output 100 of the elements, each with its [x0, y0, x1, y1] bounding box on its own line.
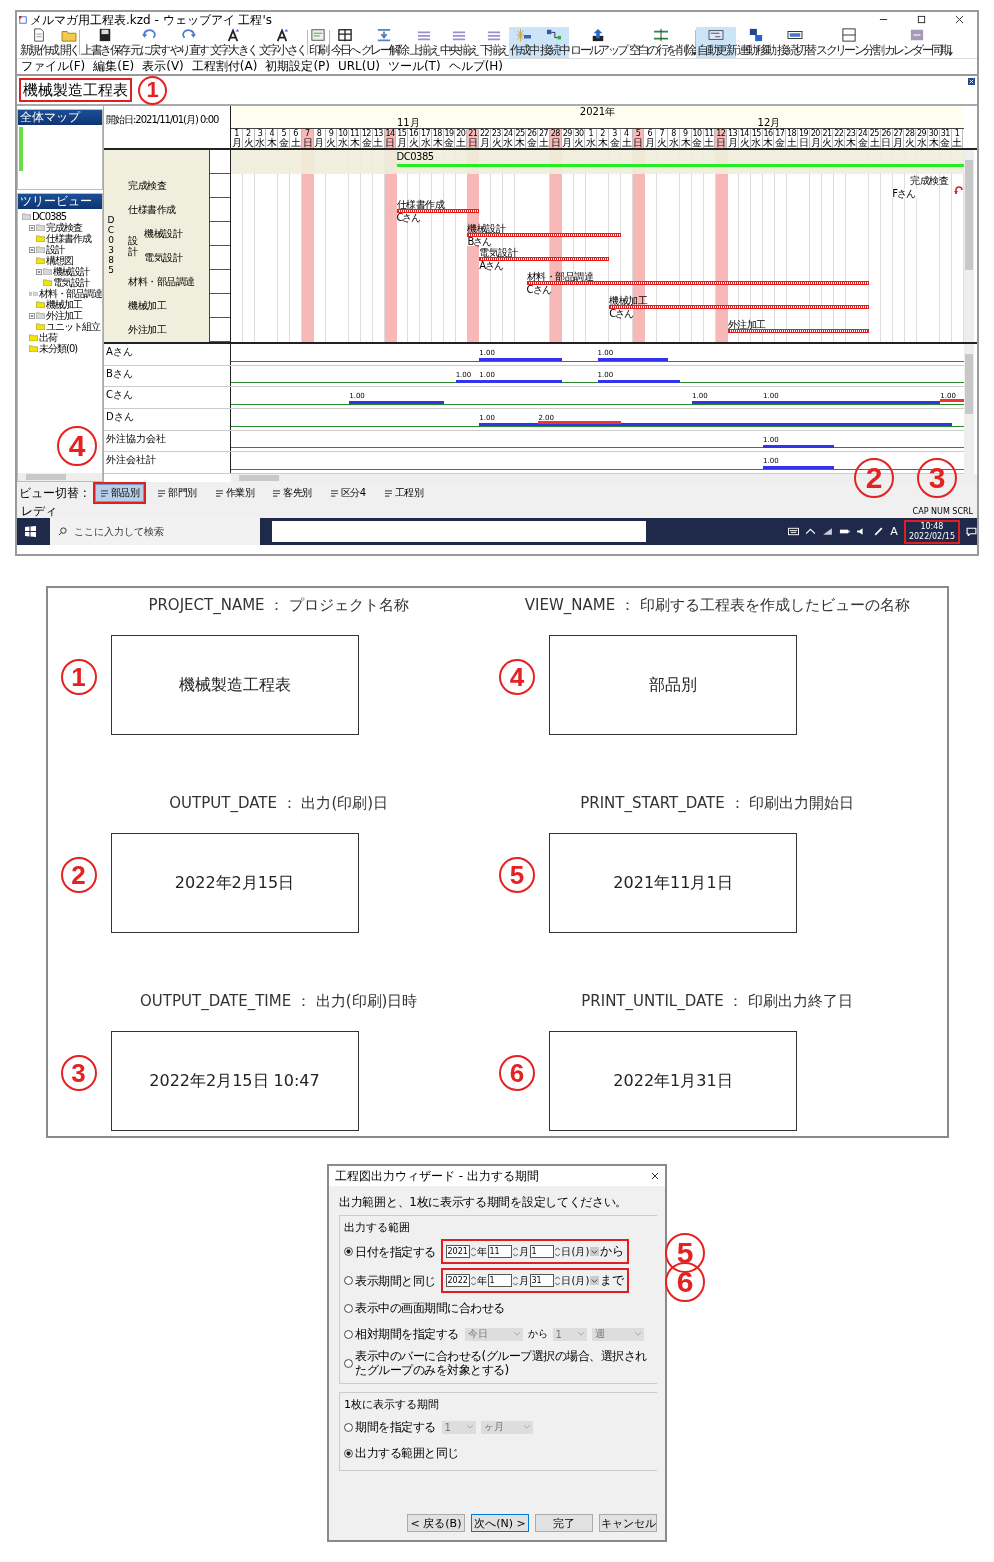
toolbar-button[interactable]: ロールアップ: [569, 27, 628, 58]
option-label[interactable]: 表示中の画面期間に合わせる: [355, 1301, 505, 1315]
tree-item[interactable]: 仕様書作成: [46, 233, 91, 244]
radio-button[interactable]: [344, 1329, 353, 1339]
toolbar-button[interactable]: 下揃え: [478, 27, 509, 58]
tree-item[interactable]: 出荷: [39, 332, 57, 343]
scrollbar[interactable]: [964, 150, 974, 342]
dialog-button[interactable]: 完了: [535, 1514, 593, 1532]
view-tab[interactable]: 部門別: [152, 484, 202, 502]
pen-icon[interactable]: [873, 527, 885, 536]
option-label[interactable]: 日付を指定する: [355, 1244, 436, 1259]
maximize-icon[interactable]: [917, 15, 926, 24]
ime-indicator[interactable]: A: [890, 525, 898, 538]
radio-button[interactable]: [344, 1276, 353, 1285]
network-icon[interactable]: [822, 527, 834, 536]
unit-dropdown[interactable]: ヶ月: [480, 1420, 533, 1434]
toolbar-button[interactable]: 上書き保存: [80, 27, 130, 58]
option-label[interactable]: 相対期間を指定する: [355, 1327, 459, 1341]
task-bar[interactable]: [396, 209, 480, 213]
radio-button[interactable]: [344, 1448, 353, 1458]
toolbar-button[interactable]: 開く: [58, 27, 80, 58]
search-field[interactable]: ここに入力して検索: [50, 518, 260, 545]
tree-item[interactable]: ユニット組立: [46, 321, 100, 332]
toolbar-button[interactable]: 新規作成: [19, 27, 59, 58]
tree-item[interactable]: 未分類(0): [39, 343, 78, 354]
menu-item[interactable]: 表示(V): [142, 59, 184, 74]
expand-icon[interactable]: [29, 224, 35, 231]
toolbar-button[interactable]: 空白の行を削除: [627, 27, 696, 58]
assignee-label: Cさん: [609, 309, 634, 318]
toolbar-button[interactable]: 印刷: [307, 27, 329, 58]
menu-item[interactable]: 編集(E): [93, 59, 135, 74]
dialog-button[interactable]: 次へ(N) >: [471, 1514, 529, 1532]
clock[interactable]: 10:48 2022/02/15: [903, 519, 960, 544]
menu-item[interactable]: 工程割付(A): [191, 59, 258, 74]
tree-item[interactable]: 外注加工: [46, 310, 82, 321]
expand-icon[interactable]: [29, 312, 35, 319]
task-bar[interactable]: [727, 329, 870, 333]
toolbar-button[interactable]: 上揃え: [408, 27, 439, 58]
option-label[interactable]: 表示中のバーに合わせる(グループ選択の場合、選択されたグループのみを対象とする): [355, 1349, 657, 1377]
expand-icon[interactable]: [29, 246, 35, 253]
tree-item[interactable]: 機械設計: [53, 266, 89, 277]
toolbar-button[interactable]: 元に戻す: [129, 27, 170, 58]
view-tab[interactable]: 作業別: [209, 484, 260, 502]
view-tab[interactable]: 区分4: [324, 484, 371, 502]
task-bar[interactable]: [479, 257, 610, 261]
toolbar-button[interactable]: やり直す: [169, 27, 209, 58]
toolbar-button[interactable]: 連動移動: [735, 27, 776, 58]
notification-icon[interactable]: [966, 527, 977, 536]
calendar-dropdown-icon[interactable]: [590, 1247, 600, 1256]
scrollbar[interactable]: [964, 344, 974, 474]
close-icon[interactable]: [955, 15, 964, 24]
task-bar[interactable]: [467, 233, 622, 237]
tree-item[interactable]: 材料・部品調達: [39, 288, 102, 299]
radio-button[interactable]: [344, 1422, 353, 1432]
tree-item[interactable]: 設計: [46, 244, 64, 255]
view-tab[interactable]: 部品別: [94, 484, 145, 502]
task-bar[interactable]: [609, 305, 870, 309]
scrollbar[interactable]: [18, 473, 102, 481]
menu-item[interactable]: 初期設定(P): [265, 59, 330, 74]
option-label[interactable]: 出力する範囲と同じ: [355, 1446, 459, 1460]
toolbar-button[interactable]: 文字大きく: [208, 27, 258, 58]
tree-item[interactable]: 完成検査: [46, 222, 82, 233]
toolbar-button[interactable]: 作成中: [508, 27, 539, 58]
tree-item[interactable]: 構想図: [46, 255, 73, 266]
keyboard-icon[interactable]: [788, 527, 800, 536]
menu-item[interactable]: URL(U): [338, 59, 380, 74]
radio-button[interactable]: [344, 1247, 353, 1256]
radio-button[interactable]: [344, 1358, 353, 1368]
battery-icon[interactable]: [839, 527, 851, 536]
dialog-button[interactable]: < 戻る(B): [407, 1514, 465, 1532]
tree-item[interactable]: 電気設計: [53, 277, 89, 288]
tree-item[interactable]: 機械加工: [46, 299, 82, 310]
menu-item[interactable]: ツール(T): [387, 59, 441, 74]
toolbar-button[interactable]: 接続切替: [775, 27, 816, 58]
view-tab[interactable]: 工程別: [378, 484, 429, 502]
radio-button[interactable]: [344, 1303, 353, 1313]
calendar-dropdown-icon[interactable]: [590, 1276, 600, 1285]
chevron-up-icon[interactable]: [805, 527, 817, 536]
close-icon[interactable]: [651, 1172, 659, 1180]
toolbar-button[interactable]: 自動更新: [696, 27, 736, 58]
option-label[interactable]: 期間を指定する: [355, 1420, 436, 1434]
list-icon: [214, 489, 224, 497]
start-icon[interactable]: [25, 526, 36, 537]
unit-dropdown[interactable]: 週: [591, 1327, 644, 1341]
view-tab[interactable]: 客先別: [267, 484, 317, 502]
menu-item[interactable]: ファイル(F): [21, 59, 86, 74]
menu-item[interactable]: ヘルプ(H): [448, 59, 504, 74]
expand-icon[interactable]: [36, 268, 42, 275]
toolbar-button[interactable]: スクリーン分割: [815, 27, 883, 58]
base-dropdown[interactable]: 今日: [464, 1327, 523, 1341]
toolbar-button[interactable]: 中央揃え: [438, 27, 479, 58]
toolbar-button[interactable]: 接続中: [538, 27, 570, 58]
tree-item[interactable]: DC0385: [32, 211, 67, 222]
toolbar-button[interactable]: 文字小さく: [257, 27, 307, 58]
task-bar[interactable]: [526, 281, 870, 285]
toolbar-button[interactable]: カレンダー同期: [883, 27, 951, 58]
dialog-button[interactable]: キャンセル: [599, 1514, 657, 1532]
toolbar-button[interactable]: グレー解除: [359, 27, 409, 58]
toolbar-button[interactable]: 今日へ: [329, 27, 360, 58]
option-label[interactable]: 表示期間と同じ: [355, 1273, 436, 1288]
